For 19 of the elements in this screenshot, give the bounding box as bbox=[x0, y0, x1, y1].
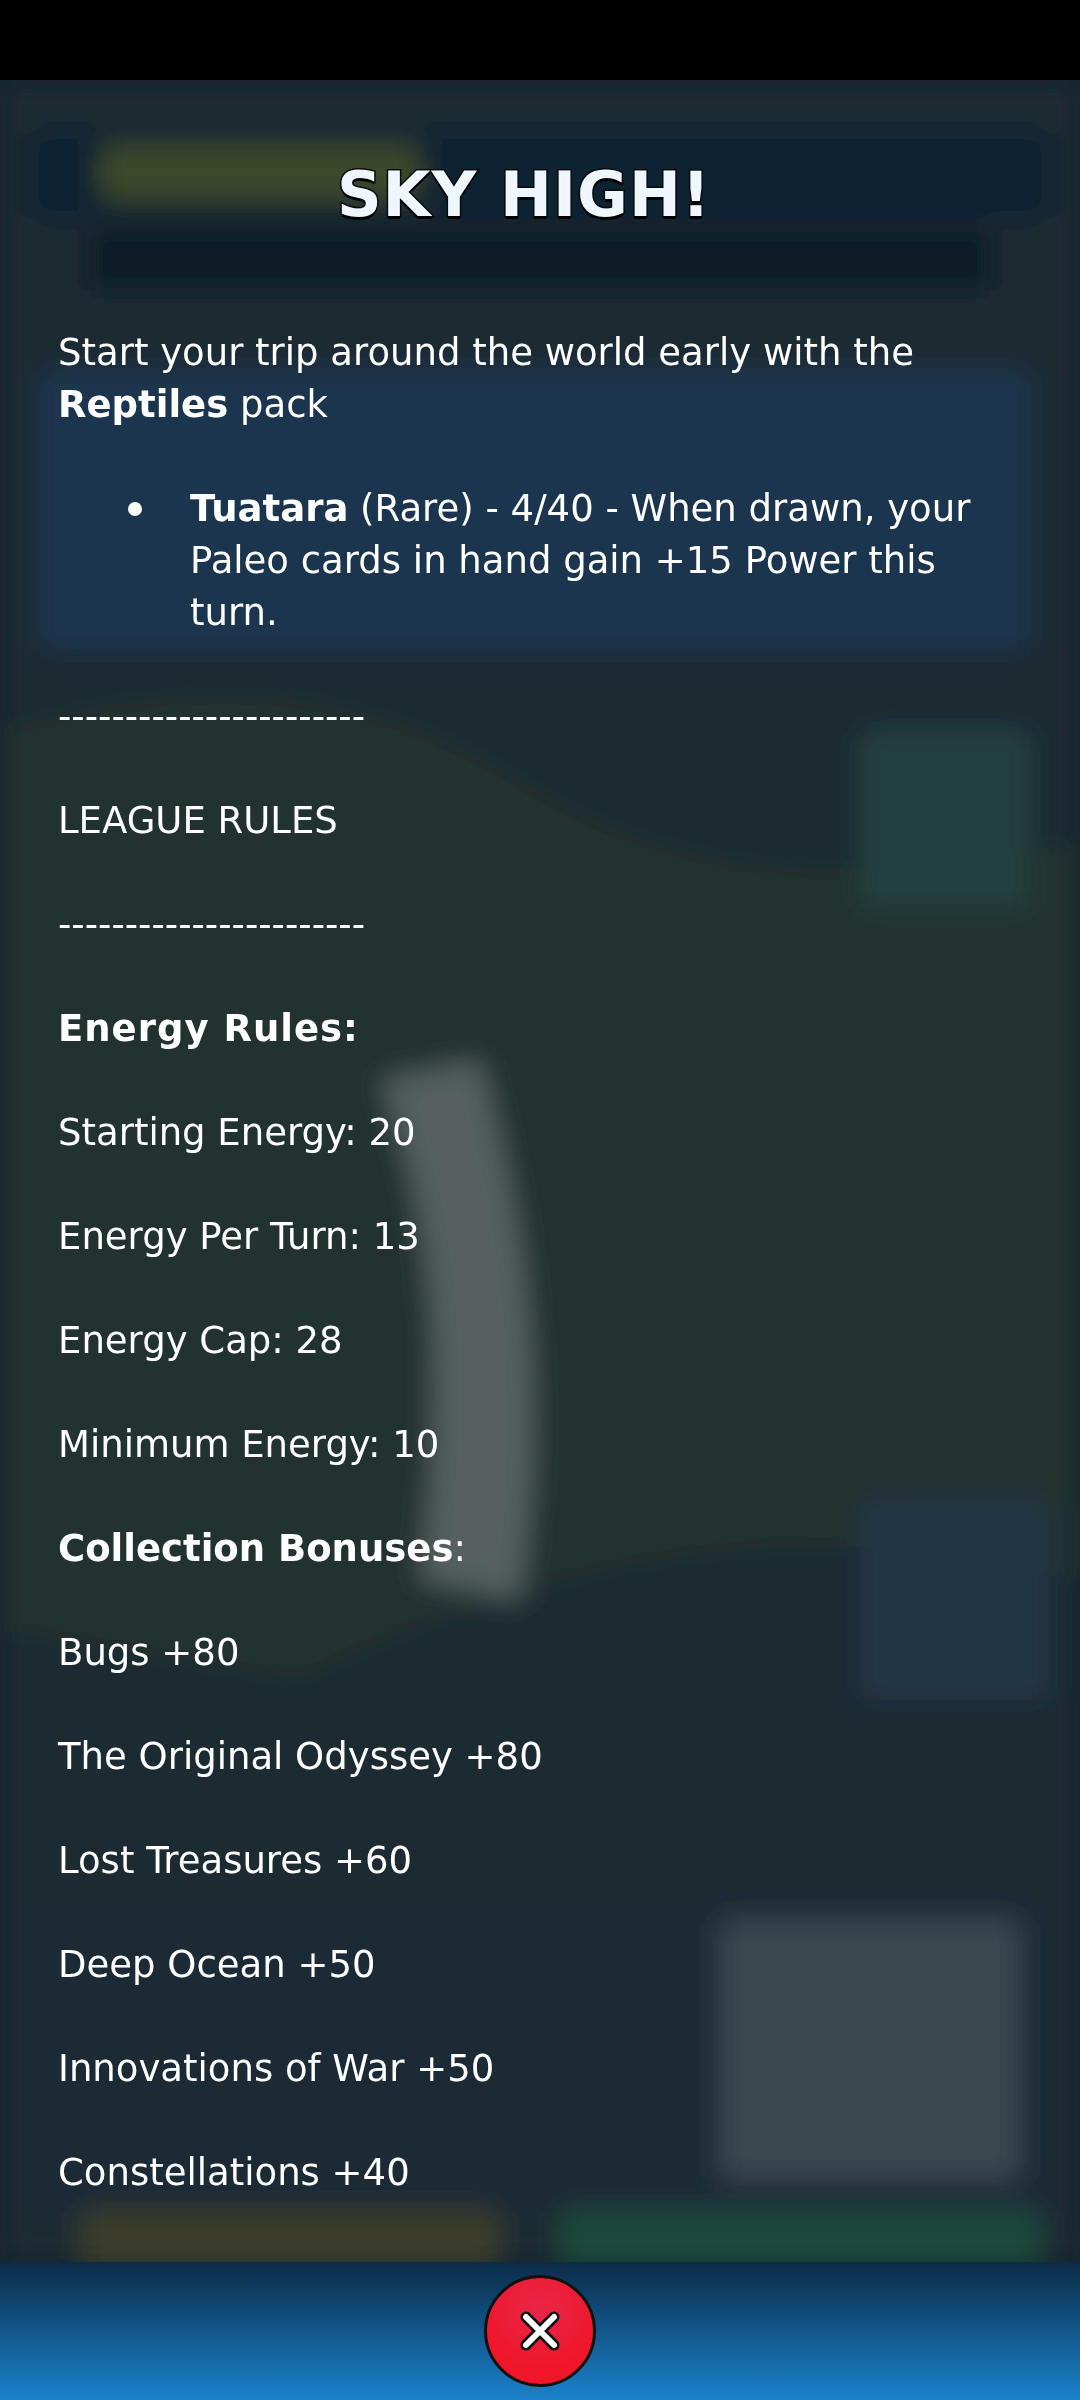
rule-text: LEAGUE RULES bbox=[58, 798, 339, 844]
close-icon bbox=[518, 2309, 562, 2353]
section-heading: Energy Rules: bbox=[58, 1006, 360, 1052]
rule-text: Starting Energy: 20 bbox=[58, 1110, 417, 1156]
rule-text: Energy Per Turn: 13 bbox=[58, 1214, 421, 1260]
rule-text: ----------------------- bbox=[58, 694, 367, 740]
rule-text: Energy Cap: 28 bbox=[58, 1318, 344, 1364]
rule-text: The Original Odyssey +80 bbox=[58, 1734, 544, 1780]
rule-text: Collection Bonuses: bbox=[58, 1526, 467, 1572]
rule-text: Innovations of War +50 bbox=[58, 2046, 496, 2092]
rule-text: Deep Ocean +50 bbox=[58, 1942, 377, 1988]
rule-text: Minimum Energy: 10 bbox=[58, 1422, 441, 1468]
intro-text: Start your trip around the world early with the Reptiles pack bbox=[58, 330, 915, 428]
rule-text: Lost Treasures +60 bbox=[58, 1838, 414, 1884]
popup-title: SKY HIGH! bbox=[336, 157, 712, 233]
card-description: Tuatara (Rare) - 4/40 - When drawn, your Paleo cards in hand gain +15 Power this turn. bbox=[190, 486, 972, 636]
rule-text: ----------------------- bbox=[58, 902, 367, 948]
rule-text: Bugs +80 bbox=[58, 1630, 241, 1676]
rule-text: Constellations +40 bbox=[58, 2150, 411, 2196]
